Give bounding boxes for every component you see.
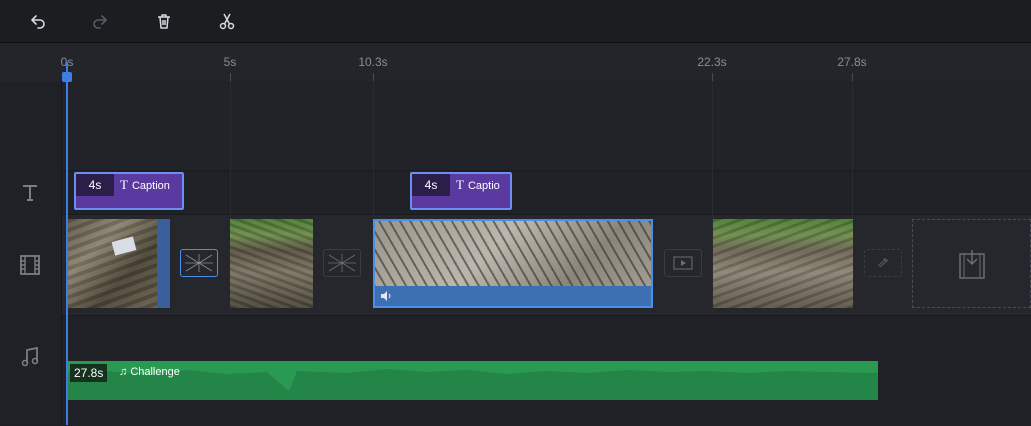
clip-thumbnail — [230, 219, 313, 308]
time-ruler[interactable]: 0s 5s 10.3s 22.3s 27.8s — [0, 43, 1031, 82]
text-lane — [62, 170, 1031, 215]
trash-icon[interactable] — [152, 9, 176, 33]
video-clip[interactable] — [713, 219, 853, 308]
playhead[interactable] — [62, 62, 72, 425]
text-icon — [18, 181, 42, 205]
tick-label: 10.3s — [358, 55, 388, 69]
redo-icon[interactable] — [88, 9, 112, 33]
transition-button[interactable] — [864, 249, 902, 277]
transition-button[interactable] — [323, 249, 361, 277]
toolbar — [0, 0, 1031, 43]
video-clip[interactable] — [67, 219, 170, 308]
clip-trim-handle[interactable] — [157, 219, 170, 308]
clip-thumbnail — [67, 219, 157, 308]
text-icon: T — [456, 177, 464, 192]
caption-label: Caption — [131, 180, 170, 192]
audio-clip[interactable]: 27.8s ♫ Challenge — [67, 361, 878, 400]
caption-duration: 4s — [76, 174, 114, 196]
video-clip[interactable] — [230, 219, 313, 308]
import-icon — [958, 249, 985, 279]
transition-icon — [185, 254, 213, 272]
track-sidebar — [0, 81, 62, 425]
transition-icon — [673, 256, 693, 270]
transition-button[interactable] — [664, 249, 702, 277]
loop-icon — [877, 258, 889, 268]
audio-duration: 27.8s — [70, 364, 108, 382]
transition-button[interactable] — [180, 249, 218, 277]
audio-title-block: ♫ Challenge — [119, 366, 180, 378]
clip-thumbnail — [713, 219, 853, 308]
audio-waveform — [67, 369, 878, 400]
tick-mark — [373, 73, 374, 81]
caption-text-block: T Caption — [120, 177, 182, 193]
caption-label: Captio — [467, 180, 500, 192]
clip-audio-waveform — [375, 286, 651, 306]
overlay-lane — [62, 81, 1031, 170]
tick-label: 27.8s — [837, 55, 867, 69]
caption-clip[interactable]: 4s T Captio — [410, 172, 512, 210]
audio-label: Challenge — [130, 366, 180, 378]
caption-clip[interactable]: 4s T Caption — [74, 172, 184, 210]
scissors-icon[interactable] — [215, 9, 239, 33]
film-icon — [18, 253, 42, 277]
playhead-handle[interactable] — [62, 72, 72, 82]
add-media-dropzone[interactable] — [912, 219, 1031, 308]
undo-icon[interactable] — [26, 9, 50, 33]
text-icon: T — [120, 177, 128, 192]
music-note-icon — [18, 345, 42, 369]
tick-mark — [852, 73, 853, 81]
volume-icon[interactable] — [379, 289, 393, 303]
caption-duration: 4s — [412, 174, 450, 196]
transition-icon — [328, 254, 356, 272]
tick-mark — [712, 73, 713, 81]
tick-label: 5s — [223, 55, 237, 69]
tick-label: 22.3s — [697, 55, 727, 69]
music-note-icon: ♫ — [119, 366, 128, 378]
video-clip-selected[interactable] — [373, 219, 653, 308]
caption-text-block: T Captio — [456, 177, 510, 193]
tick-mark — [230, 73, 231, 81]
